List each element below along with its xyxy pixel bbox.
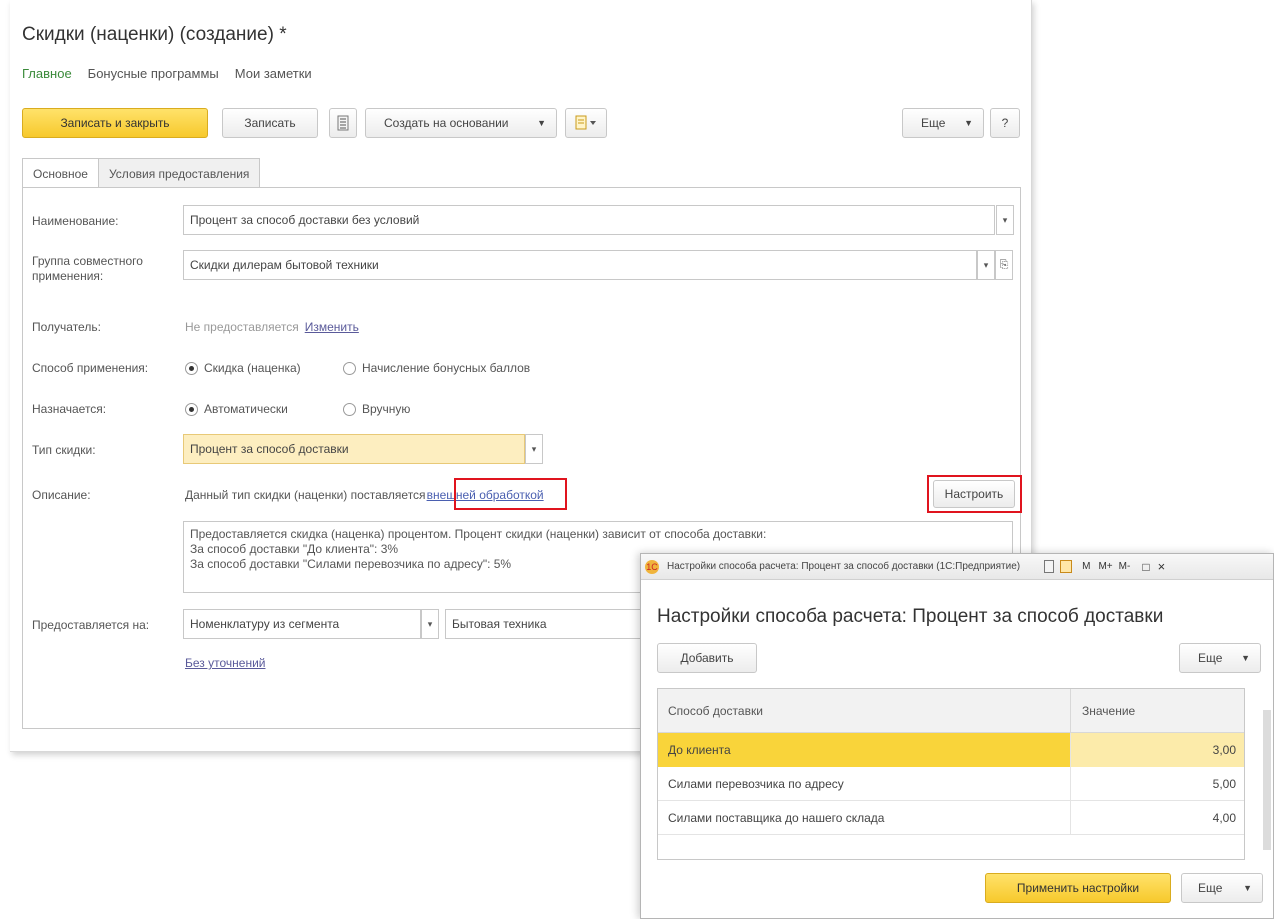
name-dropdown-button[interactable]: ▾ (996, 205, 1014, 235)
cell-value: 4,00 (1070, 801, 1244, 835)
group-dropdown-button[interactable]: ▾ (977, 250, 995, 280)
chevron-down-icon: ▼ (964, 118, 973, 128)
maximize-icon[interactable]: □ (1142, 560, 1149, 574)
assigned-option-manual[interactable]: Вручную (343, 402, 410, 416)
close-icon[interactable]: × (1158, 559, 1166, 574)
chevron-down-icon: ▾ (531, 443, 537, 454)
nav-my-notes[interactable]: Мои заметки (235, 66, 312, 81)
column-divider (1070, 689, 1071, 733)
tab-main[interactable]: Основное (22, 158, 99, 188)
radio-unselected-icon (343, 402, 356, 416)
provided-on-field[interactable]: Номенклатуру из сегмента (183, 609, 421, 639)
save-button[interactable]: Записать (222, 108, 318, 138)
dialog-heading: Настройки способа расчета: Процент за сп… (657, 606, 1164, 627)
no-refinement-link-wrap: Без уточнений (185, 656, 265, 670)
dialog-more-label-bottom: Еще (1198, 881, 1223, 895)
calendar-icon[interactable] (1060, 560, 1073, 573)
recipient-label: Получатель: (32, 320, 101, 334)
link-icon: ⎘ (999, 258, 1009, 271)
highlight-box-configure (927, 475, 1022, 513)
provided-on-dropdown-button[interactable]: ▾ (421, 609, 439, 639)
description-label: Описание: (32, 488, 91, 502)
settings-dialog: 1С Настройки способа расчета: Процент за… (640, 553, 1274, 919)
chevron-down-icon: ▾ (427, 618, 433, 629)
recipient-value-text: Не предоставляется (185, 320, 299, 334)
name-field[interactable]: Процент за способ доставки без условий (183, 205, 995, 235)
description-text-prefix: Данный тип скидки (наценки) поставляется (185, 488, 426, 502)
form-tabs: Основное Условия предоставления (22, 158, 261, 188)
discount-type-dropdown-button[interactable]: ▾ (525, 434, 543, 464)
method-option-discount[interactable]: Скидка (наценка) (185, 361, 301, 375)
provided-on-label: Предоставляется на: (32, 618, 150, 632)
assigned-option-manual-label: Вручную (362, 402, 411, 416)
column-header-value[interactable]: Значение (1082, 704, 1135, 718)
method-option-discount-label: Скидка (наценка) (204, 361, 301, 375)
toolbar: Записать и закрыть Записать Создать на о… (22, 108, 1020, 138)
cell-method: Силами перевозчика по адресу (668, 777, 844, 791)
table-row[interactable]: Силами перевозчика по адресу 5,00 (658, 767, 1244, 801)
dialog-more-label: Еще (1198, 651, 1223, 665)
radio-selected-icon (185, 361, 198, 375)
apply-settings-button[interactable]: Применить настройки (985, 873, 1171, 903)
report-icon[interactable] (565, 108, 607, 138)
create-based-on-button[interactable]: Создать на основании ▼ (365, 108, 557, 138)
cell-method: Силами поставщика до нашего склада (668, 811, 885, 825)
open-icon[interactable]: ⎘ (995, 250, 1013, 280)
discount-type-field[interactable]: Процент за способ доставки (183, 434, 525, 464)
recipient-change-link[interactable]: Изменить (305, 320, 359, 334)
table-row[interactable]: До клиента 3,00 (658, 733, 1244, 767)
cell-value: 3,00 (1070, 733, 1244, 767)
more-button[interactable]: Еще ▼ (902, 108, 984, 138)
dialog-titlebar: 1С Настройки способа расчета: Процент за… (641, 554, 1273, 580)
type-label: Тип скидки: (32, 443, 96, 457)
chevron-down-icon: ▼ (1241, 653, 1250, 663)
chevron-down-icon: ▾ (983, 259, 989, 270)
method-option-bonus[interactable]: Начисление бонусных баллов (343, 361, 530, 375)
app-logo-icon: 1С (645, 559, 659, 574)
cell-value: 5,00 (1070, 767, 1244, 801)
list-icon[interactable] (329, 108, 357, 138)
dialog-more-button[interactable]: Еще ▼ (1179, 643, 1261, 673)
name-label: Наименование: (32, 214, 119, 228)
method-option-bonus-label: Начисление бонусных баллов (362, 361, 531, 375)
nav-main[interactable]: Главное (22, 66, 72, 81)
table-header: Способ доставки Значение (658, 689, 1244, 733)
help-button[interactable]: ? (990, 108, 1020, 138)
tab-conditions[interactable]: Условия предоставления (97, 158, 261, 188)
column-header-method[interactable]: Способ доставки (668, 704, 763, 718)
chevron-down-icon: ▼ (1243, 883, 1252, 893)
save-and-close-button[interactable]: Записать и закрыть (22, 108, 208, 138)
memory-minus-button[interactable]: M- (1119, 561, 1131, 572)
table-row[interactable]: Силами поставщика до нашего склада 4,00 (658, 801, 1244, 835)
segment-field[interactable]: Бытовая техника (445, 609, 665, 639)
group-label: Группа совместного применения: (32, 254, 143, 283)
description-line-1: Предоставляется скидка (наценка) процент… (190, 527, 767, 541)
chevron-down-icon: ▾ (1002, 214, 1008, 225)
section-nav: Главное Бонусные программы Мои заметки (22, 66, 312, 81)
radio-selected-icon (185, 402, 198, 416)
no-refinement-link[interactable]: Без уточнений (185, 656, 265, 670)
assigned-option-auto[interactable]: Автоматически (185, 402, 288, 416)
highlight-box-link (454, 478, 567, 510)
cell-method: До клиента (658, 733, 1070, 767)
doc-icon[interactable] (1044, 560, 1055, 573)
nav-bonus-programs[interactable]: Бонусные программы (88, 66, 219, 81)
more-label: Еще (921, 116, 946, 130)
memory-plus-button[interactable]: M+ (1098, 561, 1112, 572)
group-field[interactable]: Скидки дилерам бытовой техники (183, 250, 977, 280)
recipient-value: Не предоставляется Изменить (185, 320, 359, 334)
page-title: Скидки (наценки) (создание) * (22, 24, 287, 45)
chevron-down-icon: ▼ (537, 118, 546, 128)
method-label: Способ применения: (32, 361, 149, 375)
assigned-label: Назначается: (32, 402, 107, 416)
dialog-titlebar-text: Настройки способа расчета: Процент за сп… (667, 561, 1021, 572)
assigned-option-auto-label: Автоматически (204, 402, 288, 416)
add-button[interactable]: Добавить (657, 643, 757, 673)
radio-unselected-icon (343, 361, 356, 375)
memory-button[interactable]: M (1082, 561, 1090, 572)
create-based-on-label: Создать на основании (384, 116, 509, 130)
delivery-methods-table: Способ доставки Значение До клиента 3,00… (657, 688, 1245, 860)
table-scrollbar[interactable] (1263, 710, 1271, 850)
dialog-more-button-bottom[interactable]: Еще ▼ (1181, 873, 1263, 903)
